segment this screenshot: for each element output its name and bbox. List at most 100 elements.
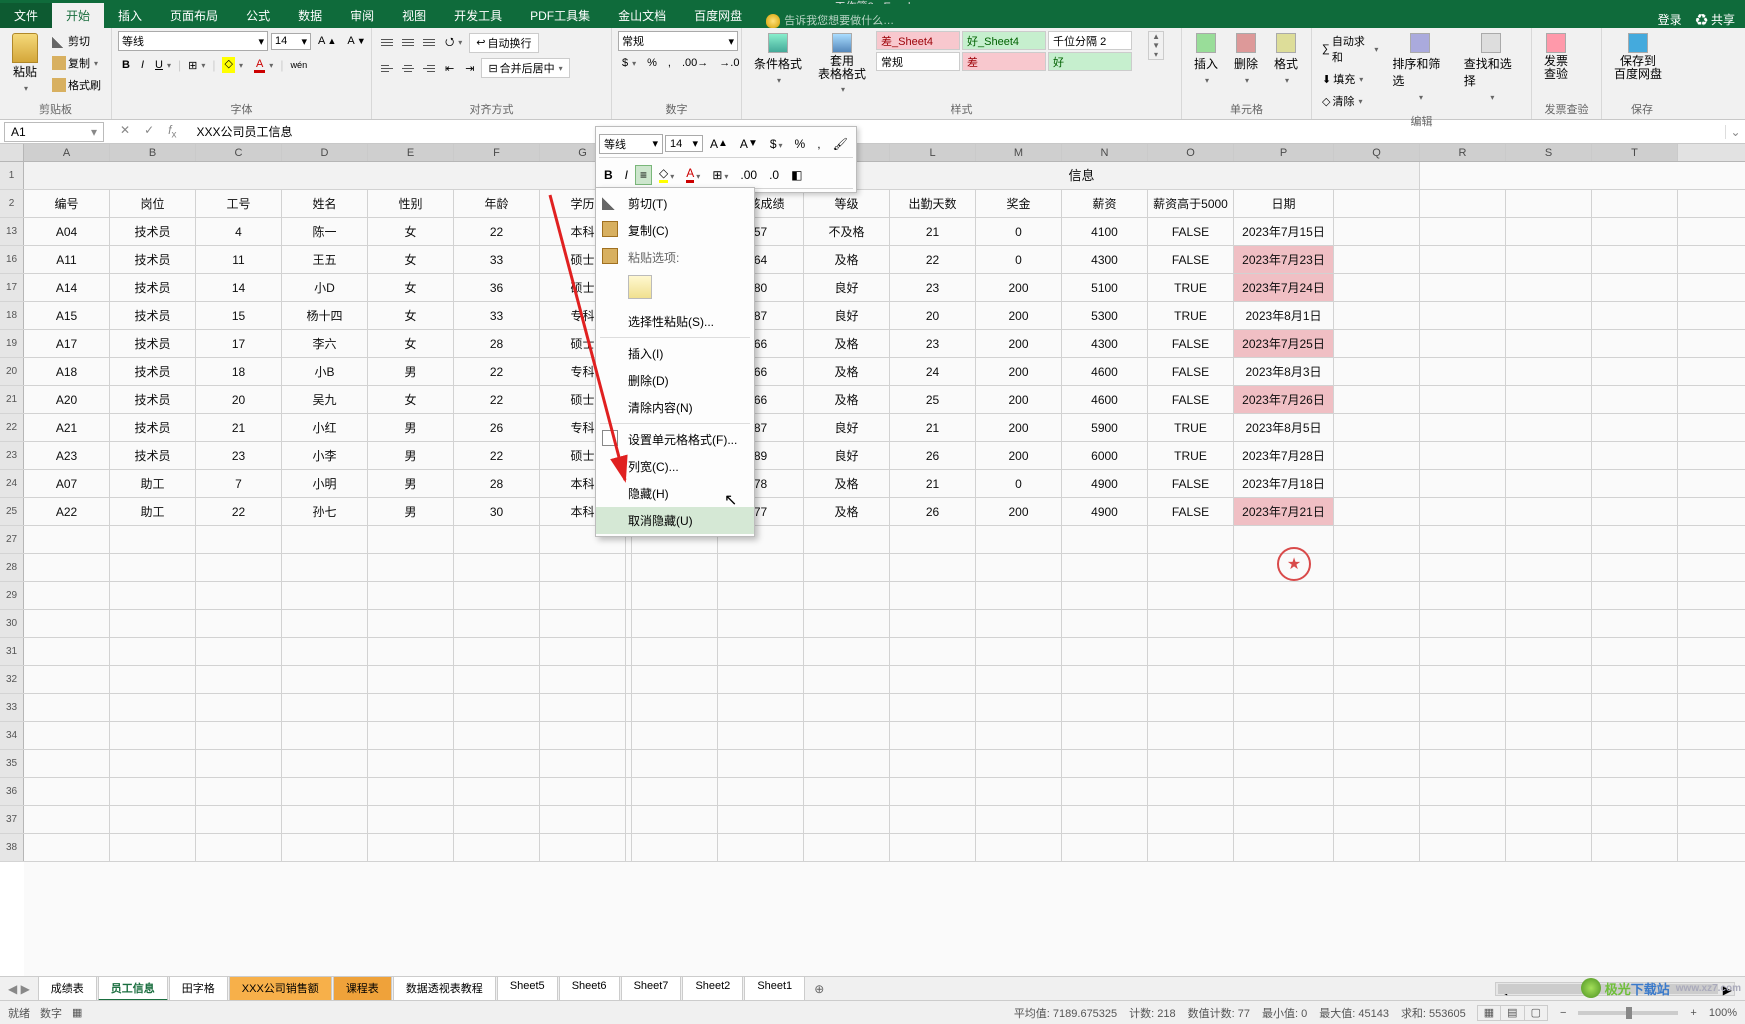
table-cell[interactable]: 2023年7月15日 — [1234, 218, 1334, 245]
col-header-L[interactable]: L — [890, 144, 976, 161]
empty-cell[interactable] — [196, 638, 282, 665]
empty-cell[interactable] — [976, 778, 1062, 805]
name-box[interactable]: A1▾ — [4, 122, 104, 142]
col-header-B[interactable]: B — [110, 144, 196, 161]
accept-formula-button[interactable]: ✓ — [138, 121, 160, 142]
style-thousand[interactable]: 千位分隔 2 — [1048, 31, 1132, 50]
empty-cell[interactable] — [1506, 638, 1592, 665]
find-select-button[interactable]: 查找和选择 — [1458, 31, 1525, 105]
empty-cell[interactable] — [24, 694, 110, 721]
empty-cell[interactable] — [540, 666, 626, 693]
empty-cell[interactable] — [804, 834, 890, 861]
empty-cell[interactable] — [282, 778, 368, 805]
empty-cell[interactable] — [1592, 302, 1678, 329]
empty-cell[interactable] — [1334, 694, 1420, 721]
menu-insert[interactable]: 插入(I) — [596, 340, 754, 367]
tab-insert[interactable]: 插入 — [104, 3, 156, 28]
empty-cell[interactable] — [1506, 806, 1592, 833]
table-cell[interactable]: 4100 — [1062, 218, 1148, 245]
accounting-button[interactable]: $ — [618, 55, 640, 71]
empty-cell[interactable] — [1592, 694, 1678, 721]
empty-cell[interactable] — [1420, 638, 1506, 665]
empty-cell[interactable] — [196, 694, 282, 721]
menu-clear[interactable]: 清除内容(N) — [596, 394, 754, 421]
empty-cell[interactable] — [282, 610, 368, 637]
table-header-cell[interactable]: 编号 — [24, 190, 110, 217]
empty-cell[interactable] — [110, 554, 196, 581]
empty-cell[interactable] — [890, 806, 976, 833]
empty-cell[interactable] — [804, 638, 890, 665]
empty-cell[interactable] — [1420, 358, 1506, 385]
empty-cell[interactable] — [368, 722, 454, 749]
empty-cell[interactable] — [368, 638, 454, 665]
empty-cell[interactable] — [1062, 722, 1148, 749]
empty-cell[interactable] — [1592, 246, 1678, 273]
row-header[interactable]: 22 — [0, 414, 24, 441]
empty-cell[interactable] — [1420, 834, 1506, 861]
table-cell[interactable]: 23 — [890, 274, 976, 301]
number-format-combo[interactable]: 常规▾ — [618, 31, 738, 51]
empty-cell[interactable] — [1148, 694, 1234, 721]
empty-cell[interactable] — [632, 610, 718, 637]
empty-cell[interactable] — [1234, 750, 1334, 777]
table-cell[interactable]: 0 — [976, 246, 1062, 273]
table-cell[interactable]: 小明 — [282, 470, 368, 497]
table-cell[interactable]: 4 — [196, 218, 282, 245]
empty-cell[interactable] — [1506, 386, 1592, 413]
col-header-E[interactable]: E — [368, 144, 454, 161]
insert-cells-button[interactable]: 插入 — [1188, 31, 1224, 88]
empty-cell[interactable] — [1062, 554, 1148, 581]
empty-cell[interactable] — [1234, 666, 1334, 693]
table-cell[interactable]: 小B — [282, 358, 368, 385]
table-header-cell[interactable]: 工号 — [196, 190, 282, 217]
empty-cell[interactable] — [890, 722, 976, 749]
table-cell[interactable]: 4600 — [1062, 386, 1148, 413]
row-header[interactable]: 28 — [0, 554, 24, 581]
col-header-A[interactable]: A — [24, 144, 110, 161]
mini-fill-color[interactable]: ◇ — [654, 163, 679, 186]
empty-cell[interactable] — [890, 694, 976, 721]
login-link[interactable]: 登录 — [1658, 11, 1682, 28]
sheet-tab[interactable]: 数据透视表教程 — [393, 976, 496, 1001]
empty-cell[interactable] — [454, 694, 540, 721]
table-cell[interactable]: A11 — [24, 246, 110, 273]
table-cell[interactable]: 200 — [976, 358, 1062, 385]
table-cell[interactable]: 及格 — [804, 386, 890, 413]
empty-cell[interactable] — [804, 554, 890, 581]
mini-percent[interactable]: % — [790, 134, 811, 154]
row-header[interactable]: 29 — [0, 582, 24, 609]
col-header-S[interactable]: S — [1506, 144, 1592, 161]
dec-decimal-button[interactable]: →.0 — [715, 55, 743, 71]
zoom-out[interactable]: − — [1560, 1007, 1566, 1019]
empty-cell[interactable] — [1334, 246, 1420, 273]
mini-shrink-font[interactable]: A▼ — [735, 134, 763, 154]
empty-cell[interactable] — [1420, 218, 1506, 245]
col-header-F[interactable]: F — [454, 144, 540, 161]
empty-cell[interactable] — [110, 806, 196, 833]
table-cell[interactable]: 33 — [454, 246, 540, 273]
row-header[interactable]: 24 — [0, 470, 24, 497]
empty-cell[interactable] — [1334, 722, 1420, 749]
empty-cell[interactable] — [804, 526, 890, 553]
empty-cell[interactable] — [1506, 470, 1592, 497]
empty-cell[interactable] — [1334, 806, 1420, 833]
empty-cell[interactable] — [1234, 582, 1334, 609]
table-cell[interactable]: 21 — [890, 470, 976, 497]
empty-cell[interactable] — [632, 722, 718, 749]
table-header-cell[interactable]: 姓名 — [282, 190, 368, 217]
empty-cell[interactable] — [976, 554, 1062, 581]
empty-cell[interactable] — [976, 666, 1062, 693]
empty-cell[interactable] — [368, 526, 454, 553]
empty-cell[interactable] — [196, 526, 282, 553]
menu-copy[interactable]: 复制(C) — [596, 217, 754, 244]
align-center-button[interactable] — [399, 60, 417, 76]
empty-cell[interactable] — [1592, 554, 1678, 581]
table-cell[interactable]: 女 — [368, 386, 454, 413]
empty-cell[interactable] — [1506, 666, 1592, 693]
tab-formulas[interactable]: 公式 — [232, 3, 284, 28]
empty-cell[interactable] — [1334, 190, 1420, 217]
empty-cell[interactable] — [1592, 386, 1678, 413]
empty-cell[interactable] — [976, 610, 1062, 637]
table-cell[interactable]: 36 — [454, 274, 540, 301]
row-header[interactable]: 25 — [0, 498, 24, 525]
